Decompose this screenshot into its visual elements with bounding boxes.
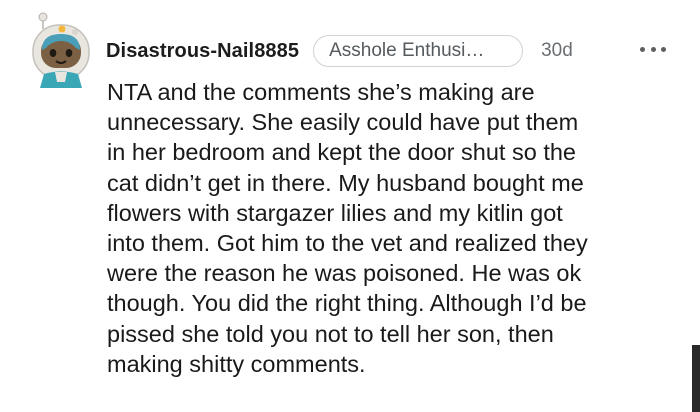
comment-body-line: pissed she told you not to tell her son,…: [107, 320, 554, 347]
comment-body-line: making shitty comments.: [107, 350, 366, 377]
comment-header: Disastrous-Nail8885 Asshole Enthusi… 30d: [106, 34, 573, 68]
more-options-dot: [640, 46, 645, 52]
comment-body-line: flowers with stargazer lilies and my kit…: [107, 199, 563, 226]
comment-body-line: into them. Got him to the vet and realiz…: [107, 230, 588, 257]
user-flair-label: Asshole Enthusi…: [329, 40, 485, 61]
more-options-dot: [650, 46, 656, 52]
author-username[interactable]: Disastrous-Nail8885: [106, 40, 299, 63]
avatar-face: [41, 34, 81, 68]
comment-body-line: in her bedroom and kept the door shut so…: [107, 139, 577, 166]
comment-body-line: though. You did the right thing. Althoug…: [107, 290, 587, 317]
user-avatar[interactable]: [30, 12, 92, 90]
comment: Disastrous-Nail8885 Asshole Enthusi… 30d…: [0, 0, 700, 412]
comment-body-line: were the reason he was poisoned. He was …: [107, 260, 582, 287]
avatar-antenna: [38, 12, 48, 29]
user-flair[interactable]: Asshole Enthusi…: [313, 35, 524, 67]
comment-body: NTA and the comments she’s making are un…: [107, 77, 687, 379]
more-options-dot: [661, 46, 666, 52]
comment-body-line: NTA and the comments she’s making are: [107, 79, 535, 105]
scrollbar[interactable]: [692, 345, 700, 412]
comment-body-line: cat didn’t get in there. My husband boug…: [107, 169, 584, 196]
comment-body-line: unnecessary. She easily could have put t…: [107, 109, 579, 136]
avatar-body: [40, 71, 82, 88]
comment-age: 30d: [541, 40, 573, 61]
more-options-icon[interactable]: [640, 43, 666, 55]
